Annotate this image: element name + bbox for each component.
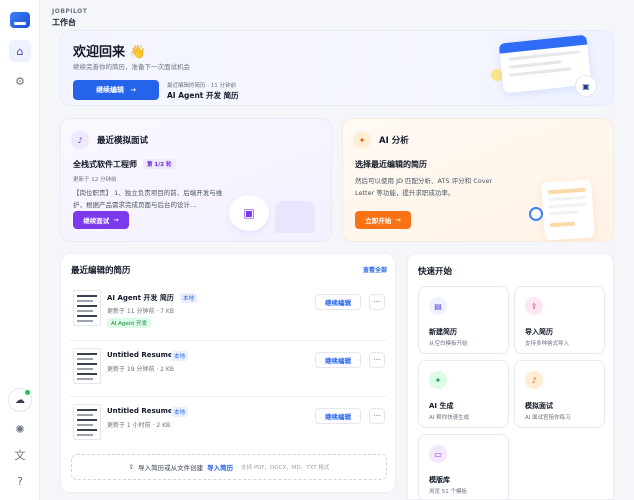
tile-title: 模拟面试 (525, 402, 553, 410)
document-illustration (541, 179, 595, 241)
sparkle-icon: ✦ (429, 371, 447, 389)
recent-interview-card: ♪ 最近模拟面试 全栈式软件工程师 第 1/2 轮 更新于 12 分钟前 【岗位… (60, 118, 332, 242)
resume-meta: 更新于 1 小时前 · 2 KB (107, 422, 171, 429)
import-resume-dropzone[interactable]: ⇪ 导入简历或从文件创建 导入简历 支持 PDF、DOCX、MD、TXT 格式 (71, 454, 387, 480)
folder-icon: ▭ (429, 445, 447, 463)
resume-thumbnail (73, 290, 101, 326)
sync-status-dot (25, 390, 30, 395)
tile-title: 模版库 (429, 476, 450, 484)
document-icon: ▤ (429, 297, 447, 315)
theme-icon[interactable]: ✺ (9, 418, 31, 440)
help-icon[interactable]: ? (9, 470, 31, 492)
more-options-icon[interactable]: ··· (369, 352, 385, 368)
mock-interview-tile[interactable]: ♪ 模拟面试 AI 面试官陪你练习 (514, 360, 605, 428)
topbar: JOBPILOT 工作台 (52, 8, 87, 28)
edit-resume-button[interactable]: 继续编辑 (315, 352, 361, 368)
upload-icon: ⇪ (525, 297, 543, 315)
resume-row[interactable]: AI Agent 开发 简历 本地 更新于 11 分钟前 · 7 KB AI A… (69, 284, 389, 336)
robot-icon: ▣ (575, 75, 597, 97)
arrow-right-icon: → (395, 216, 401, 224)
welcome-banner: 欢迎回来 👋 继续完善你的简历，准备下一次面试机会 继续编辑 → 最近编辑的简历… (60, 30, 614, 106)
more-options-icon[interactable]: ··· (369, 294, 385, 310)
more-options-icon[interactable]: ··· (369, 408, 385, 424)
import-resume-tile[interactable]: ⇪ 导入简历 支持多种格式导入 (514, 286, 605, 354)
resume-name: Untitled Resume (107, 351, 173, 359)
arrow-right-icon: → (113, 216, 119, 224)
start-analysis-label: 立即开始 (365, 217, 392, 225)
continue-interview-label: 继续面试 (83, 217, 110, 225)
brand-name: JOBPILOT (52, 8, 88, 15)
microphone-icon: ♪ (71, 131, 89, 149)
resume-thumbnail (73, 404, 101, 440)
tile-title: 导入简历 (525, 328, 553, 336)
resume-thumbnail (73, 348, 101, 384)
import-format-hint: 支持 PDF、DOCX、MD、TXT 格式 (241, 465, 330, 471)
tile-description: 浏览 51 个模板 (429, 489, 467, 495)
tile-description: AI 帮你快速生成 (429, 415, 470, 421)
continue-edit-label: 继续编辑 (96, 86, 125, 94)
interview-round-badge: 第 1/2 轮 (143, 159, 176, 169)
local-badge: 本地 (180, 293, 198, 303)
cloud-sync-icon[interactable]: ☁ (8, 388, 32, 412)
arrow-right-icon: → (130, 86, 136, 94)
recent-resumes-title: 最近编辑的简历 (71, 266, 131, 276)
interview-updated: 更新于 12 分钟前 (73, 177, 117, 183)
import-resume-link[interactable]: 导入简历 (207, 462, 233, 472)
recent-resume-label: 最近编辑的简历 · 11 分钟前 (167, 83, 236, 89)
sparkle-icon: ✦ (353, 131, 371, 149)
edit-resume-button[interactable]: 继续编辑 (315, 408, 361, 424)
new-resume-tile[interactable]: ▤ 新建简历 从空白模板开始 (418, 286, 509, 354)
divider (69, 340, 387, 341)
interview-description: 【岗位职责】 1、独立负责项目的前、后端开发与维护，根据产品需求完成页面与后台的… (73, 189, 223, 209)
welcome-title: 欢迎回来 👋 (73, 45, 146, 60)
quick-start-title: 快速开始 (418, 267, 453, 277)
local-badge: 本地 (171, 407, 189, 417)
resume-meta: 更新于 19 分钟前 · 2 KB (107, 366, 174, 373)
tile-title: AI 生成 (429, 402, 454, 410)
edit-resume-button[interactable]: 继续编辑 (315, 294, 361, 310)
analysis-title: 选择最近编辑的简历 (355, 160, 427, 169)
analysis-card-title: AI 分析 (379, 136, 409, 146)
start-analysis-button[interactable]: 立即开始 → (355, 211, 411, 229)
tile-description: 支持多种格式导入 (525, 341, 570, 347)
resume-row[interactable]: Untitled Resume 本地 更新于 1 小时前 · 2 KB 继续编辑… (69, 398, 389, 450)
interview-role: 全栈式软件工程师 (73, 160, 137, 169)
quick-start-panel: 快速开始 ▤ 新建简历 从空白模板开始 ⇪ 导入简历 支持多种格式导入 ✦ AI… (407, 253, 614, 500)
resume-meta: 更新于 11 分钟前 · 7 KB (107, 308, 174, 315)
continue-edit-button[interactable]: 继续编辑 → (73, 80, 159, 100)
recent-resumes-panel: 最近编辑的简历 查看全部 AI Agent 开发 简历 本地 更新于 11 分钟… (60, 253, 396, 493)
decorative-shape (275, 201, 315, 233)
welcome-subtitle: 继续完善你的简历，准备下一次面试机会 (73, 63, 190, 71)
continue-interview-button[interactable]: 继续面试 → (73, 211, 129, 229)
import-text: 导入简历或从文件创建 (138, 464, 204, 472)
settings-gear-icon[interactable]: ⚙ (9, 70, 31, 92)
resume-row[interactable]: Untitled Resume 本地 更新于 19 分钟前 · 2 KB 继续编… (69, 342, 389, 394)
resume-name: AI Agent 开发 简历 (107, 294, 174, 302)
local-badge: 本地 (171, 351, 189, 361)
template-library-tile[interactable]: ▭ 模版库 浏览 51 个模板 (418, 434, 509, 499)
microphone-icon: ♪ (525, 371, 543, 389)
language-icon[interactable]: 文 (9, 444, 31, 466)
tile-description: AI 面试官陪你练习 (525, 415, 571, 421)
ai-analysis-card: ✦ AI 分析 选择最近编辑的简历 然后可以使用 JD 匹配分析、ATS 评分和… (342, 118, 614, 242)
upload-icon: ⇪ (128, 463, 135, 471)
target-icon (529, 207, 543, 221)
resume-name: Untitled Resume (107, 407, 173, 415)
breadcrumb: 工作台 (52, 18, 76, 27)
home-icon[interactable]: ⌂ (9, 40, 31, 62)
analysis-description: 然后可以使用 JD 匹配分析、ATS 评分和 Cover Letter 等功能，… (355, 177, 493, 197)
interview-card-title: 最近模拟面试 (97, 136, 149, 146)
recent-resume-title[interactable]: AI Agent 开发 简历 (167, 90, 239, 101)
view-all-link[interactable]: 查看全部 (363, 265, 387, 274)
robot-icon: ▣ (229, 195, 269, 231)
app-logo[interactable] (10, 12, 30, 28)
ai-generate-tile[interactable]: ✦ AI 生成 AI 帮你快速生成 (418, 360, 509, 428)
tile-title: 新建简历 (429, 328, 457, 336)
tile-description: 从空白模板开始 (429, 341, 468, 347)
sidebar-rail: ⌂ ⚙ ☁ ✺ 文 ? (0, 0, 40, 500)
divider (69, 396, 387, 397)
resume-tag: AI Agent 开发 (107, 318, 152, 328)
